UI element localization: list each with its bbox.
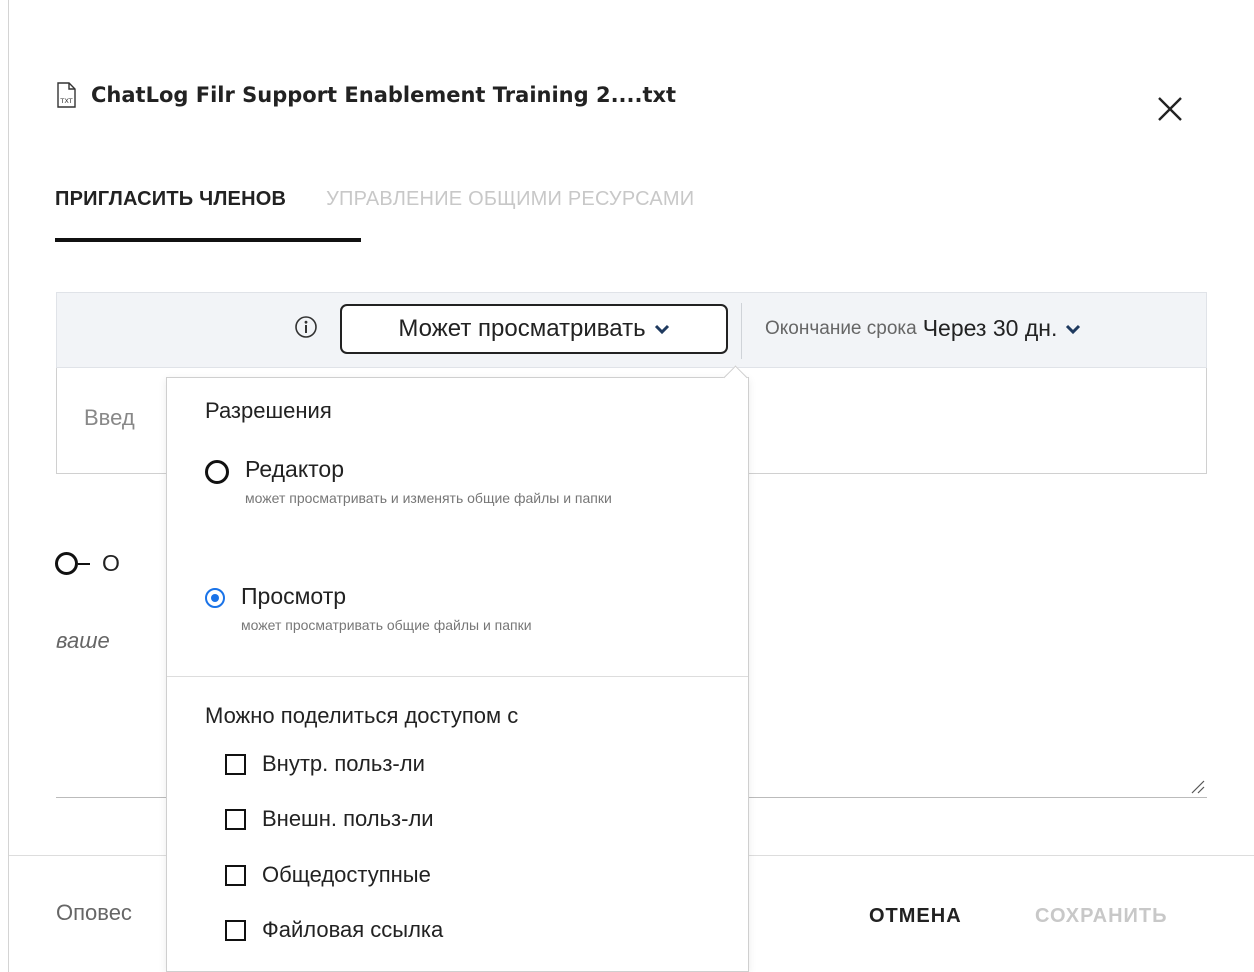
share-dialog: TXT ChatLog Filr Support Enablement Trai… bbox=[8, 0, 1254, 972]
resize-grip-icon[interactable] bbox=[1189, 778, 1205, 794]
bar-divider bbox=[741, 303, 742, 359]
checkbox[interactable] bbox=[225, 808, 246, 830]
share-option-file-link[interactable]: Файловая ссылка bbox=[225, 917, 443, 943]
checkbox-label: Внешн. польз-ли bbox=[262, 806, 434, 831]
chevron-down-icon bbox=[654, 324, 669, 335]
share-option-external-users[interactable]: Внешн. польз-ли bbox=[225, 806, 434, 832]
share-with-heading: Можно поделиться доступом с bbox=[205, 703, 519, 728]
dialog-title: ChatLog Filr Support Enablement Training… bbox=[91, 83, 677, 107]
radio-viewer-selected[interactable] bbox=[205, 588, 225, 608]
svg-text:TXT: TXT bbox=[59, 97, 72, 105]
checkbox-label: Внутр. польз-ли bbox=[262, 751, 425, 776]
radio-editor[interactable] bbox=[205, 460, 229, 484]
cancel-button[interactable]: ОТМЕНА bbox=[869, 905, 962, 928]
share-option-public[interactable]: Общедоступные bbox=[225, 862, 431, 888]
footer-notify-label: Оповес bbox=[56, 900, 132, 925]
txt-file-icon: TXT bbox=[57, 82, 76, 108]
permission-option-description: может просматривать и изменять общие фай… bbox=[245, 490, 612, 506]
tab-bar: ПРИГЛАСИТЬ ЧЛЕНОВ УПРАВЛЕНИЕ ОБЩИМИ РЕСУ… bbox=[55, 188, 694, 242]
close-icon[interactable] bbox=[1152, 91, 1188, 127]
permission-option-description: может просматривать общие файлы и папки bbox=[241, 617, 532, 633]
toggle-knob bbox=[55, 552, 78, 575]
permission-option-editor[interactable]: Редактор может просматривать и изменять … bbox=[205, 456, 745, 508]
checkbox-label: Общедоступные bbox=[262, 862, 431, 887]
message-textarea[interactable]: ваше bbox=[56, 628, 110, 654]
checkbox[interactable] bbox=[225, 753, 246, 775]
permission-option-label: Редактор bbox=[245, 456, 345, 482]
toggle-track bbox=[78, 562, 90, 565]
dialog-header: TXT ChatLog Filr Support Enablement Trai… bbox=[55, 82, 676, 108]
permission-select-value: Может просматривать bbox=[398, 315, 646, 342]
checkbox[interactable] bbox=[225, 864, 246, 886]
notify-toggle-label: О bbox=[102, 550, 120, 576]
permission-option-viewer[interactable]: Просмотр может просматривать общие файлы… bbox=[205, 583, 741, 635]
info-icon[interactable] bbox=[293, 314, 319, 340]
checkbox-label: Файловая ссылка bbox=[262, 917, 444, 942]
expiry-value: Через 30 дн. bbox=[922, 315, 1058, 341]
checkbox[interactable] bbox=[225, 919, 246, 941]
save-button[interactable]: СОХРАНИТЬ bbox=[1035, 905, 1168, 928]
permission-bar: Может просматривать Окончание срока Чере… bbox=[56, 292, 1207, 368]
permissions-dropdown: Разрешения Редактор может просматривать … bbox=[166, 365, 749, 972]
notify-toggle[interactable]: О bbox=[55, 550, 120, 577]
tab-invite-members[interactable]: ПРИГЛАСИТЬ ЧЛЕНОВ bbox=[55, 188, 362, 242]
permission-option-label: Просмотр bbox=[241, 583, 347, 609]
permissions-heading: Разрешения bbox=[205, 398, 332, 423]
chevron-down-icon bbox=[1066, 324, 1081, 334]
share-option-internal-users[interactable]: Внутр. польз-ли bbox=[225, 751, 425, 777]
dropdown-separator bbox=[167, 676, 748, 677]
expiry-select[interactable]: Окончание срока Через 30 дн. bbox=[765, 315, 1081, 342]
permission-select[interactable]: Может просматривать bbox=[340, 304, 728, 354]
tab-manage-shares[interactable]: УПРАВЛЕНИЕ ОБЩИМИ РЕСУРСАМИ bbox=[326, 188, 694, 211]
expiry-label: Окончание срока bbox=[765, 317, 917, 339]
